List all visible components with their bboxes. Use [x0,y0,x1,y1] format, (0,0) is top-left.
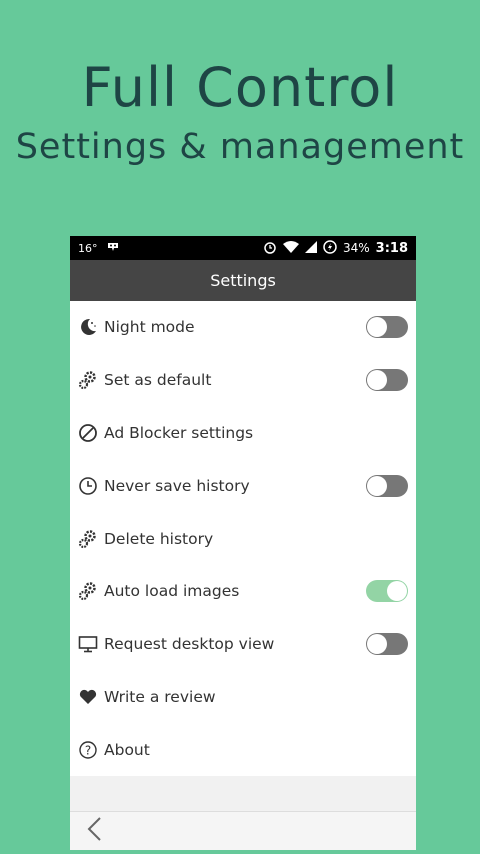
status-bar: 16° 34% 3:18 [70,236,416,260]
phone-screen: 16° 34% 3:18 Settings Night mode Set as … [70,236,416,850]
help-icon: ? [78,740,98,760]
gears-icon [78,581,98,601]
clock-icon [78,476,98,496]
setting-label: Request desktop view [104,635,275,654]
temperature: 16° [78,241,98,255]
setting-request-desktop-view[interactable]: Request desktop view [70,618,416,671]
setting-never-save-history[interactable]: Never save history [70,459,416,512]
setting-label: Never save history [104,476,250,495]
setting-about[interactable]: ? About [70,723,416,776]
setting-write-review[interactable]: Write a review [70,671,416,724]
hero-title: Full Control [81,56,399,119]
gears-icon [78,529,98,549]
setting-label: Write a review [104,687,216,706]
gears-icon [78,370,98,390]
setting-ad-blocker[interactable]: Ad Blocker settings [70,407,416,460]
set-default-toggle[interactable] [366,369,408,392]
wifi-icon [282,240,299,256]
settings-list: Night mode Set as default Ad Blocker set… [70,301,416,777]
back-icon[interactable] [86,816,102,846]
setting-label: Delete history [104,529,214,548]
setting-label: Auto load images [104,582,240,601]
request-desktop-view-toggle[interactable] [366,633,408,656]
page-title: Settings [210,271,276,290]
setting-label: About [104,740,150,759]
nav-bar [70,811,416,850]
svg-text:?: ? [85,743,91,757]
setting-auto-load-images[interactable]: Auto load images [70,565,416,618]
heart-icon [78,687,98,707]
never-save-history-toggle[interactable] [366,474,408,497]
block-icon [78,423,98,443]
setting-night-mode[interactable]: Night mode [70,301,416,354]
setting-set-default[interactable]: Set as default [70,354,416,407]
setting-label: Ad Blocker settings [104,423,254,442]
battery-icon [323,239,337,257]
notification-icon [106,241,120,256]
setting-label: Night mode [104,318,195,337]
night-mode-toggle[interactable] [366,316,408,339]
alarm-icon [263,240,277,257]
signal-icon [304,240,317,256]
hero-subtitle: Settings & management [15,127,465,167]
moon-icon [78,317,98,337]
monitor-icon [78,634,98,654]
app-bar: Settings [70,260,416,301]
setting-label: Set as default [104,371,212,390]
auto-load-images-toggle[interactable] [366,580,408,603]
battery-percent: 34% [342,241,370,255]
setting-delete-history[interactable]: Delete history [70,512,416,565]
clock-time: 3:18 [375,240,408,256]
